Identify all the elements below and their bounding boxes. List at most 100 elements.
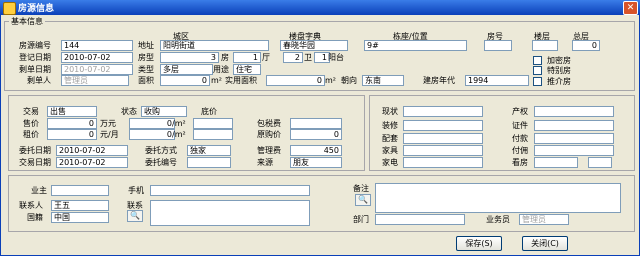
save-button[interactable]: 保存(S) [456, 236, 502, 251]
status-label: 状态 [121, 107, 137, 116]
mobile-field[interactable] [150, 185, 310, 196]
type-field[interactable]: 多层 [160, 64, 213, 75]
furniture-field[interactable] [403, 145, 483, 156]
locked-checkbox[interactable] [533, 56, 542, 65]
viewing-extra-field[interactable] [588, 157, 612, 168]
estate-field[interactable]: 春晓华园 [280, 40, 348, 51]
build-year-label: 建房年代 [423, 76, 455, 85]
appliances-field[interactable] [403, 157, 483, 168]
decoration-label: 装修 [382, 121, 398, 130]
magnifier-icon: 🔍 [130, 211, 140, 220]
payment-field[interactable] [534, 133, 614, 144]
building-field[interactable]: 9# [364, 40, 467, 51]
floor-field[interactable] [532, 40, 558, 51]
contact-label: 联系 [127, 201, 143, 210]
facilities-field[interactable] [403, 133, 483, 144]
sale-unit-price-unit: /m² [172, 119, 186, 128]
area-unit: m² [211, 76, 222, 85]
contact-field[interactable] [150, 200, 310, 226]
unit-field[interactable] [484, 40, 512, 51]
notes-search-button[interactable]: 🔍 [355, 194, 371, 206]
original-price-field[interactable]: 0 [290, 129, 342, 140]
viewing-field[interactable] [534, 157, 578, 168]
sale-unit-price-field[interactable]: 0 [129, 118, 175, 129]
mobile-label: 手机 [128, 186, 144, 195]
trade-date-label: 交易日期 [19, 158, 51, 167]
commission-method-field[interactable]: 独家 [187, 145, 231, 156]
area-field[interactable]: 0 [160, 75, 210, 86]
department-field[interactable] [375, 214, 465, 225]
original-price-label: 原购价 [257, 130, 281, 139]
property-no-label: 房源编号 [19, 41, 51, 50]
nationality-label: 国籍 [27, 213, 43, 222]
special-label: 特别房 [547, 66, 571, 75]
condition-field[interactable] [403, 106, 483, 117]
mgmt-fee-field[interactable]: 450 [290, 145, 342, 156]
magnifier-icon: 🔍 [358, 195, 368, 204]
usage-field[interactable]: 住宅 [233, 64, 261, 75]
halls-field[interactable]: 1 [233, 52, 261, 63]
notes-field[interactable] [375, 183, 621, 213]
rent-unit-price-field[interactable]: 0 [129, 129, 175, 140]
address-field[interactable]: 阳明街道 [160, 40, 269, 51]
disposer-field[interactable]: 管理员 [61, 75, 129, 86]
commission-date-field[interactable]: 2010-07-02 [56, 145, 128, 156]
decoration-field[interactable] [403, 120, 483, 131]
owner-field[interactable] [51, 185, 109, 196]
dispose-date-label: 剩单日期 [19, 65, 51, 74]
certificate-label: 证件 [512, 121, 528, 130]
window-title: 房源信息 [18, 4, 55, 14]
commission-no-label: 委托编号 [145, 158, 177, 167]
type-label: 类型 [138, 65, 154, 74]
recommended-checkbox[interactable] [533, 77, 542, 86]
reg-date-label: 登记日期 [19, 53, 51, 62]
disposer-label: 剩单人 [27, 76, 51, 85]
dispose-date-field[interactable]: 2010-07-02 [61, 64, 133, 75]
source-field[interactable]: 朋友 [290, 157, 342, 168]
contact-person-label: 联系人 [19, 201, 43, 210]
base-price-field[interactable] [193, 118, 233, 129]
certificate-field[interactable] [534, 120, 614, 131]
house-icon [3, 2, 16, 15]
usable-area-label: 实用面积 [225, 76, 257, 85]
contact-search-button[interactable]: 🔍 [127, 210, 143, 222]
agent-label: 业务员 [486, 215, 510, 224]
tax-included-field[interactable] [290, 118, 342, 129]
department-label: 部门 [353, 215, 369, 224]
property-no-field[interactable]: 144 [61, 40, 133, 51]
rent-unit-price-unit: /m² [172, 130, 186, 139]
usable-area-field[interactable]: 0 [266, 75, 325, 86]
agent-field[interactable]: 管理员 [519, 214, 569, 225]
commission-no-field[interactable] [187, 157, 231, 168]
special-checkbox[interactable] [533, 66, 542, 75]
nationality-field[interactable]: 中国 [51, 212, 109, 223]
rent-base-price-field[interactable] [193, 129, 233, 140]
close-button[interactable]: 关闭(C) [522, 236, 568, 251]
tax-included-label: 包税费 [257, 119, 281, 128]
deal-type-field[interactable]: 出售 [47, 106, 97, 117]
viewing-label: 看房 [512, 158, 528, 167]
trade-date-field[interactable]: 2010-07-02 [56, 157, 128, 168]
bath-field[interactable]: 2 [283, 52, 303, 63]
rent-label: 租价 [23, 130, 39, 139]
contact-person-field[interactable]: 王五 [51, 200, 109, 211]
layout-label: 房型 [138, 53, 154, 62]
orientation-field[interactable]: 东南 [362, 75, 404, 86]
locked-label: 加密房 [547, 56, 571, 65]
total-floors-field[interactable]: 0 [572, 40, 600, 51]
reg-date-field[interactable]: 2010-07-02 [61, 52, 133, 63]
status-field[interactable]: 收购 [141, 106, 187, 117]
rooms-field[interactable]: 3 [160, 52, 219, 63]
recommended-label: 推介房 [547, 77, 571, 86]
commission-fee-field[interactable] [534, 145, 614, 156]
rent-field[interactable]: 0 [47, 129, 97, 140]
mgmt-fee-label: 管理费 [257, 146, 281, 155]
basic-info-legend: 基本信息 [11, 17, 43, 26]
ownership-field[interactable] [534, 106, 614, 117]
build-year-field[interactable]: 1994 [465, 75, 529, 86]
facilities-label: 配套 [382, 134, 398, 143]
close-window-button[interactable]: ✕ [623, 1, 638, 15]
rent-unit: 元/月 [100, 130, 119, 139]
orientation-label: 朝向 [341, 76, 357, 85]
sale-price-field[interactable]: 0 [47, 118, 97, 129]
